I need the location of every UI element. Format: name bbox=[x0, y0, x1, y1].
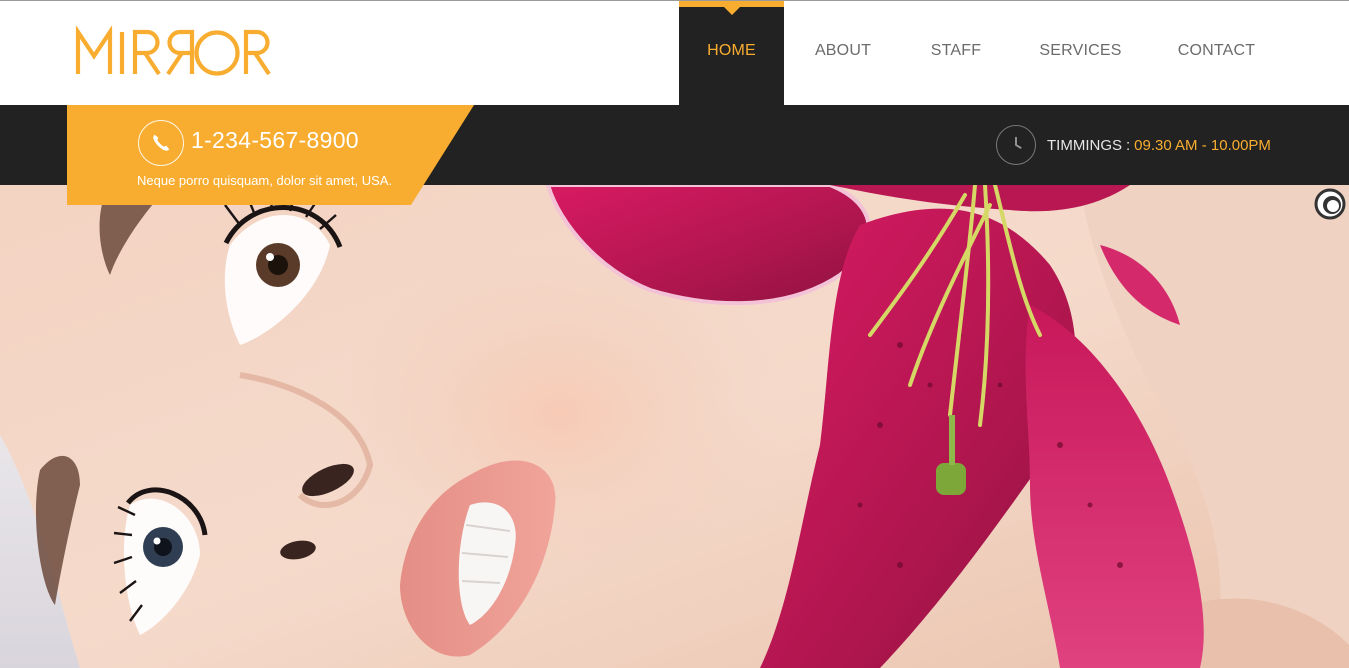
nav-contact[interactable]: CONTACT bbox=[1151, 1, 1282, 106]
logo[interactable] bbox=[75, 26, 275, 78]
header: HOME ABOUT STAFF SERVICES CONTACT bbox=[0, 0, 1349, 106]
nav-home[interactable]: HOME bbox=[679, 1, 784, 106]
hero-photo bbox=[0, 185, 1349, 668]
page: HOME ABOUT STAFF SERVICES CONTACT 1-234-… bbox=[0, 0, 1349, 668]
contact-panel: 1-234-567-8900 Neque porro quisquam, dol… bbox=[67, 105, 474, 205]
phone-number[interactable]: 1-234-567-8900 bbox=[191, 127, 359, 154]
nav-about[interactable]: ABOUT bbox=[784, 1, 902, 106]
phone-icon[interactable] bbox=[138, 120, 184, 166]
timings-separator: : bbox=[1126, 136, 1131, 154]
clock-icon bbox=[996, 125, 1036, 165]
timings-label: TIMMINGS bbox=[1047, 136, 1122, 154]
ring-icon-glyph bbox=[1314, 188, 1346, 220]
logo-wordmark bbox=[75, 26, 271, 76]
hero-image bbox=[0, 185, 1349, 668]
timings: TIMMINGS : 09.30 AM - 10.00PM bbox=[996, 124, 1271, 166]
nav-staff[interactable]: STAFF bbox=[902, 1, 1010, 106]
phone-icon-glyph bbox=[153, 134, 170, 151]
nav-services[interactable]: SERVICES bbox=[1010, 1, 1151, 106]
address-text: Neque porro quisquam, dolor sit amet, US… bbox=[137, 173, 393, 188]
timings-value: 09.30 AM - 10.00PM bbox=[1134, 136, 1271, 154]
main-nav: HOME ABOUT STAFF SERVICES CONTACT bbox=[679, 1, 1282, 106]
ring-icon[interactable] bbox=[1313, 187, 1347, 221]
clock-icon-glyph bbox=[1015, 136, 1022, 149]
